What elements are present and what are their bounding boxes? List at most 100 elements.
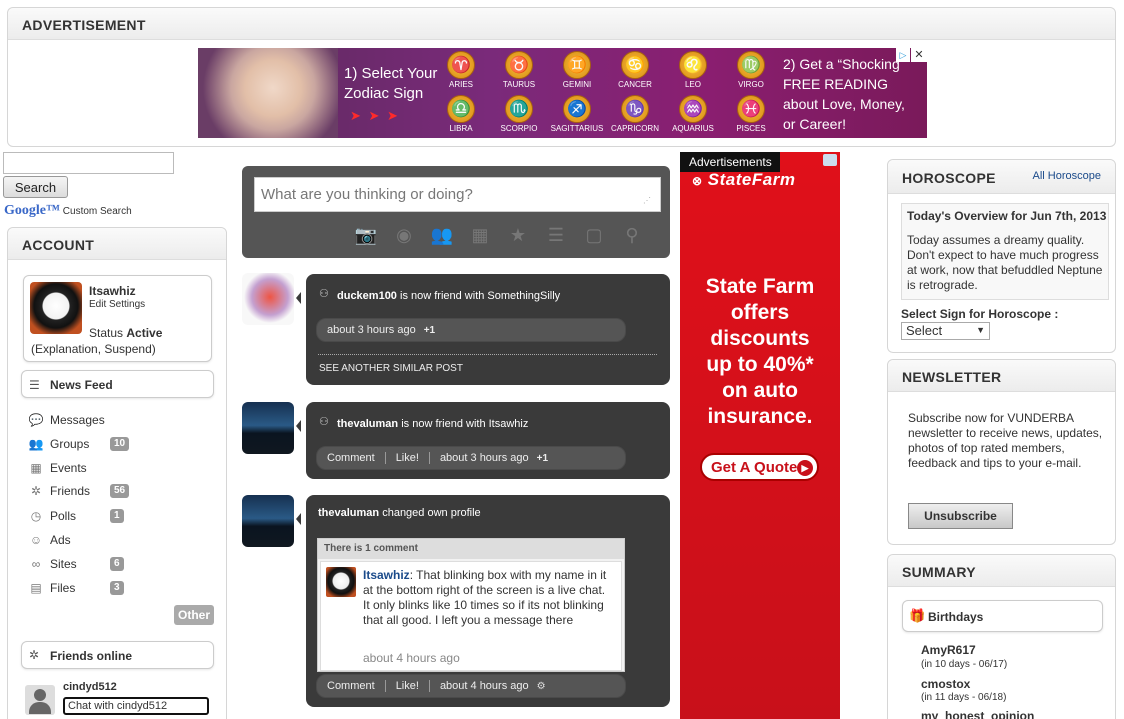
all-horoscope-link[interactable]: All Horoscope xyxy=(1033,170,1101,182)
zodiac-scorpio-icon: ♏ xyxy=(505,95,533,123)
zodiac-libra-button[interactable]: ♎ LIBRA xyxy=(432,94,490,138)
target-icon[interactable]: ◉ xyxy=(390,223,418,247)
list-icon[interactable]: ☰ xyxy=(542,223,570,247)
news-feed-button[interactable]: ☰ News Feed xyxy=(21,370,214,398)
post3-like-button[interactable]: Like! xyxy=(396,680,419,692)
birthday-3-name[interactable]: my_honest_opinion xyxy=(921,709,1034,719)
sidebar-item-sites[interactable]: ∞ Sites 6 xyxy=(28,554,124,574)
post3-comment-button[interactable]: Comment xyxy=(327,680,375,692)
star-icon[interactable]: ★ xyxy=(504,223,532,247)
post1-user[interactable]: duckem100 xyxy=(337,290,397,302)
post2-avatar[interactable] xyxy=(242,402,294,454)
banner-step2-text: 2) Get a “Shocking FREE READING about Lo… xyxy=(783,56,905,132)
post2-user[interactable]: thevaluman xyxy=(337,418,398,430)
statefarm-ad[interactable]: Advertisements ⊗ StateFarm State Farm of… xyxy=(680,152,840,719)
ad-info-icon[interactable]: ▷ xyxy=(896,48,910,62)
post3-actions: Comment Like! about 4 hours ago ⚙ xyxy=(316,674,626,698)
news-feed-icon: ☰ xyxy=(29,378,40,392)
zodiac-aquarius-button[interactable]: ♒ AQUARIUS xyxy=(664,94,722,138)
friends-online-button[interactable]: ✲ Friends online xyxy=(21,641,214,669)
zodiac-sagittarius-button[interactable]: ♐ SAGITTARIUS xyxy=(548,94,606,138)
zodiac-taurus-button[interactable]: ♉ TAURUS xyxy=(490,50,548,94)
post3-user[interactable]: thevaluman xyxy=(318,507,379,519)
ad-headline-line4: on auto xyxy=(722,379,798,402)
sidebar-item-events[interactable]: ▦ Events xyxy=(28,458,110,478)
zodiac-banner-ad[interactable]: 1) Select Your Zodiac Sign ➤ ➤ ➤ ♈ ARIES ♉… xyxy=(198,48,927,138)
status-links[interactable]: (Explanation, Suspend) xyxy=(31,342,156,356)
sidebar-item-polls[interactable]: ◷ Polls 1 xyxy=(28,506,124,526)
sidebar-item-messages[interactable]: 💬 Messages xyxy=(28,410,110,430)
comment-user[interactable]: Itsawhiz xyxy=(363,568,410,582)
zodiac-gemini-button[interactable]: ♊ GEMINI xyxy=(548,50,606,94)
birthday-2-name[interactable]: cmostox xyxy=(921,677,970,691)
profile-username[interactable]: Itsawhiz xyxy=(89,284,136,298)
google-logo: Google™ xyxy=(4,203,60,218)
post3-share-icon[interactable]: ⚙ xyxy=(537,681,546,692)
birthdays-label: Birthdays xyxy=(928,610,984,624)
post2-comment-button[interactable]: Comment xyxy=(327,452,375,464)
zodiac-scorpio-button[interactable]: ♏ SCORPIO xyxy=(490,94,548,138)
zodiac-capricorn-button[interactable]: ♑ CAPRICORN xyxy=(606,94,664,138)
summary-title: SUMMARY xyxy=(888,555,1115,587)
get-a-quote-button[interactable]: Get A Quote ▶ xyxy=(700,453,819,481)
banner-woman-photo xyxy=(198,48,338,138)
ad-corner-icon[interactable] xyxy=(823,154,837,166)
post1-avatar[interactable] xyxy=(242,273,294,325)
status-input[interactable]: What are you thinking or doing? xyxy=(254,177,661,212)
calendar-icon[interactable]: ▦ xyxy=(466,223,494,247)
search-button[interactable]: Search xyxy=(3,176,68,198)
chat-with-user-box[interactable]: Chat with cindyd512 xyxy=(63,697,209,715)
ad-close-icon[interactable]: ✕ xyxy=(911,48,927,62)
advertisements-label: Advertisements xyxy=(680,152,780,172)
sign-select[interactable]: Select ▼ xyxy=(901,322,990,340)
ad-headline-line1: State Farm xyxy=(705,275,815,298)
post3-avatar[interactable] xyxy=(242,495,294,547)
sidebar-item-label: Polls xyxy=(50,509,77,523)
friends-count-badge: 56 xyxy=(110,484,130,498)
other-button[interactable]: Other xyxy=(174,605,215,625)
profile-avatar[interactable] xyxy=(30,282,82,334)
page-icon[interactable]: ▢ xyxy=(580,223,608,247)
online-user-avatar[interactable] xyxy=(25,685,55,715)
zodiac-cancer-button[interactable]: ♋ CANCER xyxy=(606,50,664,94)
comment-body: Itsawhiz: That blinking box with my name… xyxy=(363,568,613,628)
ad-headline-line3: up to 40%* xyxy=(706,353,814,376)
zodiac-taurus-label: TAURUS xyxy=(502,80,536,89)
post2-plus-one[interactable]: +1 xyxy=(537,453,548,464)
birthday-1-name[interactable]: AmyR617 xyxy=(921,643,976,657)
comment-avatar[interactable] xyxy=(326,567,356,597)
comments-header: There is 1 comment xyxy=(318,539,624,559)
post2-like-button[interactable]: Like! xyxy=(396,452,419,464)
get-a-quote-label: Get A Quote xyxy=(711,459,798,476)
news-feed-label: News Feed xyxy=(50,378,113,392)
groups-icon: 👥 xyxy=(28,437,44,451)
zodiac-aries-button[interactable]: ♈ ARIES xyxy=(432,50,490,94)
post1-plus-one[interactable]: +1 xyxy=(424,325,435,336)
group-icon[interactable]: 👥 xyxy=(428,223,456,247)
edit-settings-link[interactable]: Edit Settings xyxy=(89,299,145,310)
comment-card: Itsawhiz: That blinking box with my name… xyxy=(320,561,622,671)
sidebar-item-friends[interactable]: ✲ Friends 56 xyxy=(28,481,130,501)
see-similar-post-link[interactable]: SEE ANOTHER SIMILAR POST xyxy=(319,363,463,374)
camera-icon[interactable]: 📷 xyxy=(352,223,380,247)
zodiac-scorpio-label: SCORPIO xyxy=(500,124,538,133)
ads-icon: ☺ xyxy=(29,533,43,547)
zodiac-virgo-button[interactable]: ♍ VIRGO xyxy=(722,50,780,94)
unsubscribe-button[interactable]: Unsubscribe xyxy=(908,503,1013,529)
friends-online-label: Friends online xyxy=(50,649,133,663)
zodiac-pisces-button[interactable]: ♓ PISCES xyxy=(722,94,780,138)
sidebar-item-groups[interactable]: 👥 Groups 10 xyxy=(28,434,130,454)
birthdays-button[interactable]: 🎁 Birthdays xyxy=(902,600,1103,632)
account-title: ACCOUNT xyxy=(8,228,226,260)
sidebar-item-ads[interactable]: ☺ Ads xyxy=(28,530,110,550)
search-input[interactable] xyxy=(3,152,174,174)
select-sign-label: Select Sign for Horoscope : xyxy=(901,307,1059,321)
online-user-name[interactable]: cindyd512 xyxy=(63,681,117,693)
zodiac-leo-icon: ♌ xyxy=(679,51,707,79)
sidebar-item-files[interactable]: ▤ Files 3 xyxy=(28,578,124,598)
events-icon: ▦ xyxy=(30,461,42,475)
statefarm-logo-icon: ⊗ xyxy=(692,174,703,188)
link-icon[interactable]: ⚲ xyxy=(618,223,646,247)
post2-friend-icon: ⚇ xyxy=(319,416,329,428)
zodiac-leo-button[interactable]: ♌ LEO xyxy=(664,50,722,94)
